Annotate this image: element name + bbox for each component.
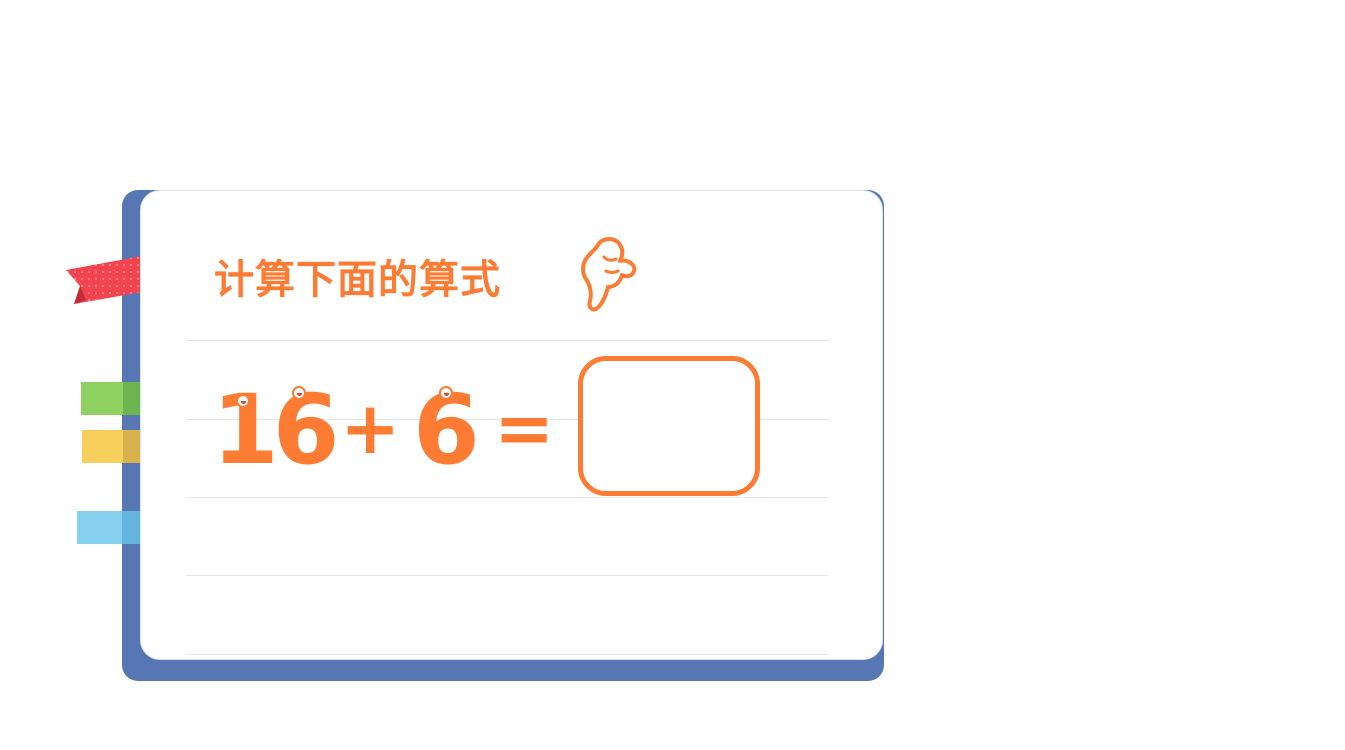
page-rule — [186, 575, 828, 576]
page-rule — [186, 497, 828, 498]
question-title: 计算下面的算式 — [214, 257, 501, 303]
eye-decoration — [236, 394, 250, 408]
pointing-hand-icon — [581, 237, 637, 312]
ribbon-bookmark-icon — [66, 256, 142, 304]
eye-decoration — [292, 386, 306, 400]
answer-box[interactable] — [578, 356, 760, 496]
tab-yellow — [82, 430, 141, 463]
operand-a: 16 — [212, 374, 340, 486]
page-rule — [186, 654, 828, 655]
page-rule — [186, 340, 828, 341]
tab-blue — [77, 511, 141, 544]
stage: 计算下面的算式 16 + 6 = — [0, 0, 1345, 750]
tab-green — [81, 382, 141, 415]
operator-plus: + — [340, 386, 401, 470]
eye-decoration — [439, 386, 453, 400]
operator-equals: = — [494, 386, 555, 470]
